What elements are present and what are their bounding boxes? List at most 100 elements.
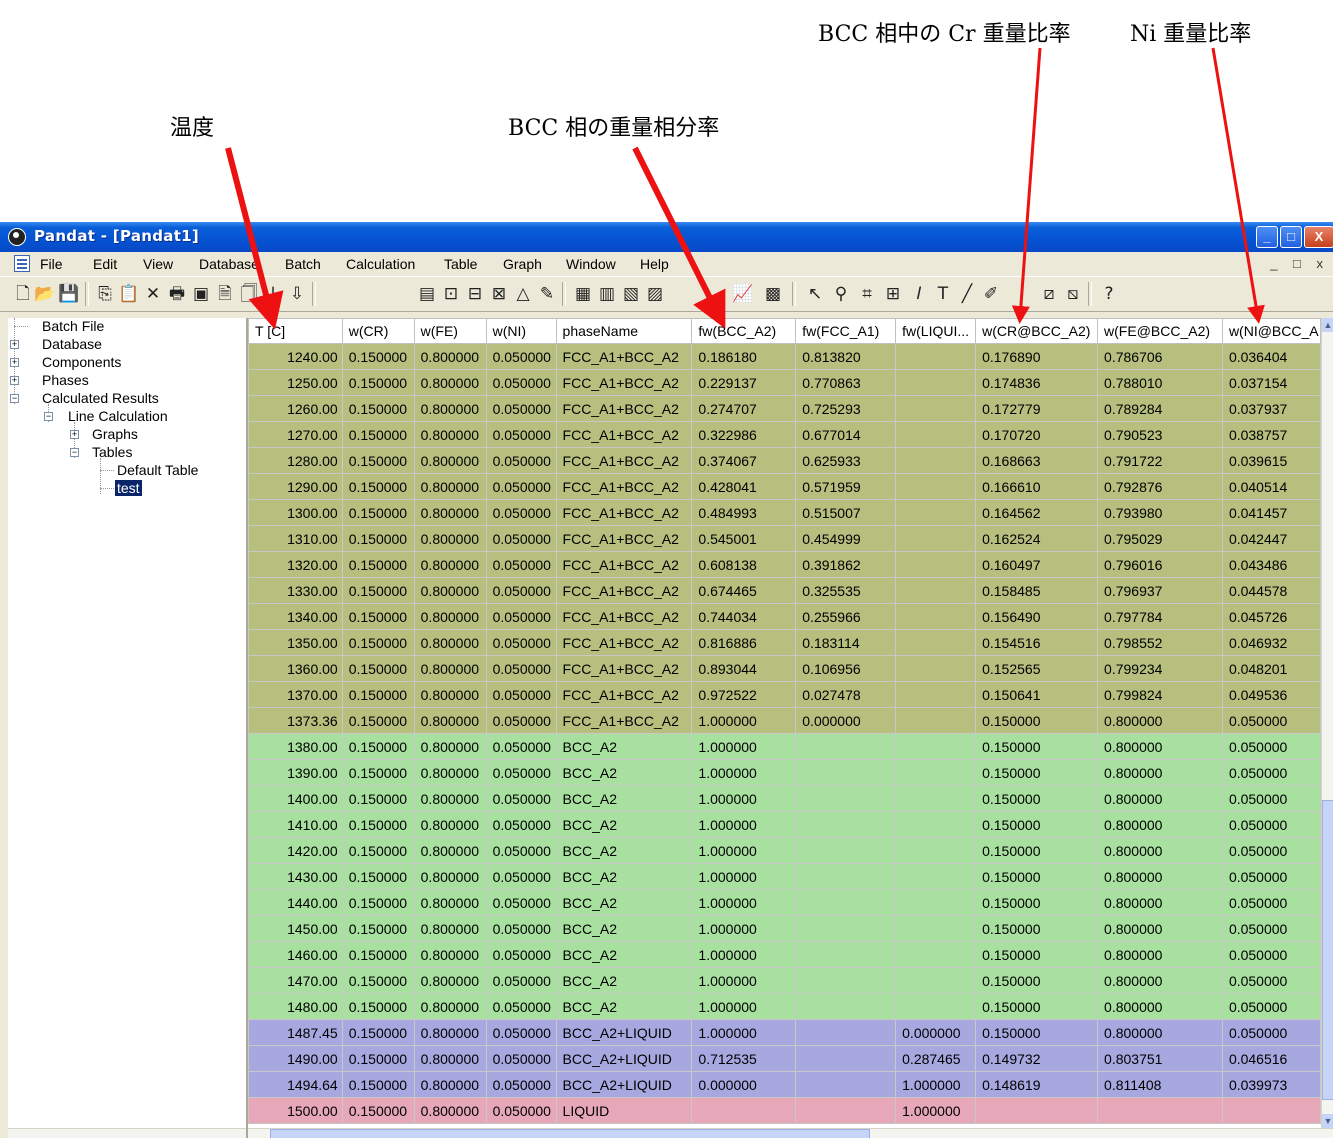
chart-zoom-icon[interactable]: ⧄ (1038, 283, 1060, 305)
table-cell[interactable]: 0.800000 (413, 473, 487, 500)
table-cell[interactable]: 0.150000 (341, 837, 415, 864)
table-cell[interactable]: 0.800000 (413, 551, 487, 578)
table-cell[interactable]: 1.000000 (691, 889, 797, 916)
table-cell[interactable]: 0.229137 (691, 369, 797, 396)
column-header[interactable]: w(NI) (485, 318, 557, 344)
table-cell[interactable]: 1240.00 (248, 343, 343, 370)
table-cell[interactable]: 0.050000 (485, 343, 557, 370)
table-cell[interactable]: 0.800000 (413, 629, 487, 656)
table-cell[interactable]: 1250.00 (248, 369, 343, 396)
chart-zoom-icon-2[interactable]: ⧅ (1062, 283, 1084, 305)
table-cell[interactable]: 0.800000 (1097, 837, 1223, 864)
table-cell[interactable]: 0.050000 (485, 941, 557, 968)
table-cell[interactable]: 0.050000 (485, 421, 557, 448)
tree-item-phases[interactable]: Phases (42, 372, 89, 388)
italic-text-icon[interactable]: 𝐼 (908, 283, 930, 305)
column-header[interactable]: w(CR@BCC_A2) (975, 318, 1099, 344)
table-cell[interactable]: 0.484993 (691, 499, 797, 526)
table-cell[interactable]: 0.795029 (1097, 525, 1223, 552)
table-cell[interactable] (895, 525, 977, 552)
table-cell[interactable]: BCC_A2+LIQUID (555, 1045, 693, 1072)
table-cell[interactable]: FCC_A1+BCC_A2 (555, 681, 693, 708)
table-row[interactable]: 1494.64 0.150000 0.800000 0.050000 BCC_A2+LI… (248, 1071, 1321, 1098)
table-cell[interactable]: 0.050000 (485, 707, 557, 734)
table-icon[interactable]: ▤ (416, 283, 438, 305)
table-cell[interactable] (895, 733, 977, 760)
table-cell[interactable] (895, 395, 977, 422)
table-cell[interactable]: 1470.00 (248, 967, 343, 994)
table-cell[interactable]: 0.050000 (485, 1071, 557, 1098)
table-cell[interactable] (895, 577, 977, 604)
table-cell[interactable]: BCC_A2 (555, 993, 693, 1020)
table-cell[interactable]: FCC_A1+BCC_A2 (555, 577, 693, 604)
table-cell[interactable]: 0.050000 (1221, 889, 1321, 916)
table-cell[interactable] (895, 603, 977, 630)
table-cell[interactable]: 1370.00 (248, 681, 343, 708)
chart-table-icon[interactable]: ▧ (620, 283, 642, 305)
table-cell[interactable]: 0.038757 (1221, 421, 1321, 448)
table-cell[interactable]: 0.608138 (691, 551, 797, 578)
column-header[interactable]: fw(LIQUI... (895, 318, 977, 344)
table-cell[interactable]: 0.800000 (413, 395, 487, 422)
table-cell[interactable]: 0.150000 (341, 811, 415, 838)
table-cell[interactable]: 0.106956 (795, 655, 897, 682)
table-cell[interactable]: 0.150000 (975, 837, 1099, 864)
table-cell[interactable]: 0.786706 (1097, 343, 1223, 370)
menu-file[interactable]: File (40, 256, 63, 272)
table-cell[interactable]: 1440.00 (248, 889, 343, 916)
table-cell[interactable]: 0.374067 (691, 447, 797, 474)
menu-edit[interactable]: Edit (93, 256, 117, 272)
table-cell[interactable]: 0.515007 (795, 499, 897, 526)
arrow-down-icon[interactable]: ↓ (262, 283, 284, 305)
table-cell[interactable]: 0.454999 (795, 525, 897, 552)
table-cell[interactable]: 0.152565 (975, 655, 1099, 682)
table-cell[interactable]: 0.800000 (413, 603, 487, 630)
table-cell[interactable]: 0.150000 (341, 785, 415, 812)
table-row[interactable]: 1390.00 0.150000 0.800000 0.050000 BCC_A2 1.0… (248, 759, 1321, 786)
table-cell[interactable]: 1.000000 (691, 811, 797, 838)
table-cell[interactable]: 0.050000 (485, 577, 557, 604)
table-cell[interactable]: 0.325535 (795, 577, 897, 604)
table-cell[interactable]: 0.150000 (975, 915, 1099, 942)
table-cell[interactable]: 0.036404 (1221, 343, 1321, 370)
mdi-controls[interactable]: _ □ x (1270, 256, 1329, 271)
table-cell[interactable]: 0.150641 (975, 681, 1099, 708)
table-cell[interactable]: 0.788010 (1097, 369, 1223, 396)
table-cell[interactable]: 0.150000 (975, 759, 1099, 786)
table-cell[interactable] (795, 1071, 897, 1098)
table-cell[interactable]: FCC_A1+BCC_A2 (555, 369, 693, 396)
table-cell[interactable]: 0.050000 (1221, 707, 1321, 734)
table-cell[interactable]: 0.150000 (341, 395, 415, 422)
table-cell[interactable]: 0.800000 (413, 1071, 487, 1098)
column-header[interactable]: T [C] (248, 318, 343, 344)
table-cell[interactable]: 0.150000 (341, 421, 415, 448)
table-cell[interactable]: FCC_A1+BCC_A2 (555, 473, 693, 500)
table-cell[interactable]: 0.050000 (485, 447, 557, 474)
tree-item-batch-file[interactable]: Batch File (42, 318, 104, 334)
table-cell[interactable]: 0.790523 (1097, 421, 1223, 448)
print-icon[interactable]: 🖶 (166, 283, 188, 305)
copy-icon[interactable]: ⎘ (94, 283, 116, 305)
table-cell[interactable]: 1290.00 (248, 473, 343, 500)
table-row[interactable]: 1490.00 0.150000 0.800000 0.050000 BCC_A2+LI… (248, 1045, 1321, 1072)
column-header[interactable]: w(NI@BCC_A (1221, 318, 1321, 344)
table-cell[interactable]: 0.050000 (1221, 941, 1321, 968)
minimize-button[interactable]: _ (1256, 226, 1278, 248)
table-cell[interactable]: 0.972522 (691, 681, 797, 708)
table-cell[interactable] (975, 1097, 1099, 1124)
table-cell[interactable]: 0.150000 (341, 1071, 415, 1098)
table-cell[interactable]: 0.039615 (1221, 447, 1321, 474)
table-cell[interactable]: 0.274707 (691, 395, 797, 422)
table-cell[interactable]: 0.050000 (1221, 759, 1321, 786)
table-cell[interactable]: FCC_A1+BCC_A2 (555, 343, 693, 370)
menu-batch[interactable]: Batch (285, 256, 321, 272)
table-cell[interactable]: 0.042447 (1221, 525, 1321, 552)
line-icon[interactable]: ⊟ (464, 283, 486, 305)
table-cell[interactable]: 0.150000 (341, 525, 415, 552)
table-row[interactable]: 1300.00 0.150000 0.800000 0.050000 FCC_A1+BC… (248, 499, 1321, 526)
table-cell[interactable]: 0.255966 (795, 603, 897, 630)
table-cell[interactable]: 0.045726 (1221, 603, 1321, 630)
table-cell[interactable]: 0.798552 (1097, 629, 1223, 656)
table-cell[interactable]: 0.571959 (795, 473, 897, 500)
table-cell[interactable]: 0.050000 (485, 473, 557, 500)
